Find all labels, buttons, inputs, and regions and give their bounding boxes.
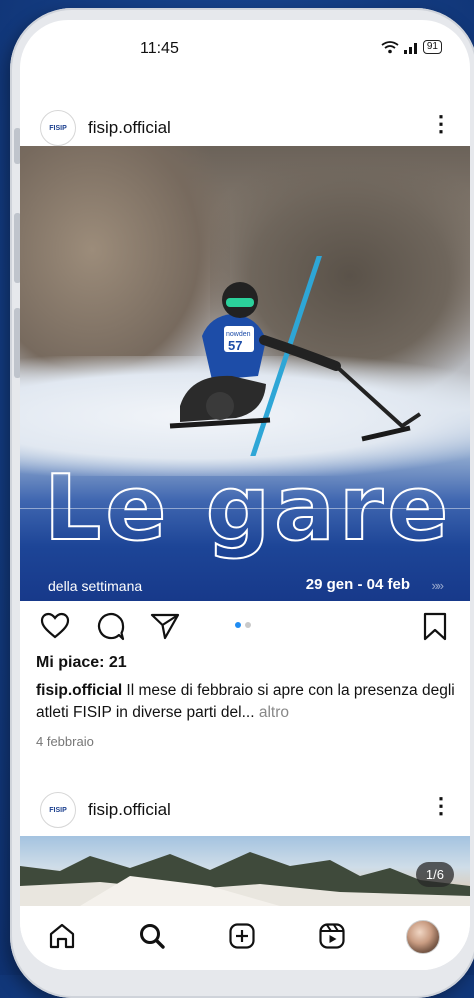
send-icon[interactable] — [150, 612, 180, 640]
heart-icon[interactable] — [40, 612, 70, 640]
comment-icon[interactable] — [96, 612, 126, 642]
forest-illustration — [20, 852, 470, 906]
sit-skier-illustration: nowden 57 — [169, 256, 422, 456]
phone-screen: 11:45 91 FISIP fisip.official ⋮ nowden 5… — [20, 20, 470, 970]
account-avatar[interactable]: FISIP — [40, 110, 76, 146]
home-icon[interactable] — [48, 922, 76, 950]
more-options-icon-2[interactable]: ⋮ — [430, 795, 452, 817]
post-actions — [20, 610, 470, 650]
post-date: 4 febbraio — [36, 734, 94, 749]
wifi-icon — [381, 40, 399, 53]
bookmark-icon[interactable] — [422, 612, 448, 642]
post-image-2[interactable]: 1/6 — [20, 836, 470, 906]
image-title-word1: Le — [43, 456, 171, 561]
carousel-counter: 1/6 — [415, 862, 454, 887]
status-time: 11:45 — [140, 40, 179, 57]
post-username-2[interactable]: fisip.official — [88, 800, 171, 820]
post-username[interactable]: fisip.official — [88, 118, 171, 138]
status-icons: 91 — [381, 40, 442, 54]
caption-more-link[interactable]: altro — [255, 704, 289, 721]
image-subtitle: della settimana — [48, 578, 143, 594]
bottom-navigation — [20, 906, 470, 970]
account-avatar-2[interactable]: FISIP — [40, 792, 76, 828]
search-icon[interactable] — [138, 922, 166, 950]
image-title-word2: gare — [205, 456, 453, 561]
carousel-dot — [245, 622, 251, 628]
post-image[interactable]: nowden 57 Le gare della settimana 29 gen… — [20, 146, 470, 601]
caption-username[interactable]: fisip.official — [36, 682, 122, 699]
reels-icon[interactable] — [318, 922, 346, 950]
bib-sponsor: nowden — [226, 331, 251, 338]
post-header-2: FISIP fisip.official ⋮ — [20, 786, 470, 836]
battery-indicator: 91 — [422, 40, 442, 54]
image-dates: 29 gen - 04 feb — [305, 576, 410, 593]
more-options-icon[interactable]: ⋮ — [430, 113, 452, 135]
post-caption: fisip.official Il mese di febbraio si ap… — [36, 680, 456, 724]
profile-avatar[interactable] — [406, 920, 440, 954]
carousel-dot-active — [235, 622, 241, 628]
signal-icon — [403, 42, 417, 54]
bib-number: 57 — [228, 338, 242, 353]
image-title: Le gare — [43, 463, 452, 555]
carousel-indicator — [235, 622, 251, 628]
status-bar: 11:45 91 — [20, 20, 470, 80]
plus-square-icon[interactable] — [228, 922, 256, 950]
likes-count[interactable]: Mi piace: 21 — [36, 654, 127, 672]
image-arrows: »» — [431, 578, 445, 593]
